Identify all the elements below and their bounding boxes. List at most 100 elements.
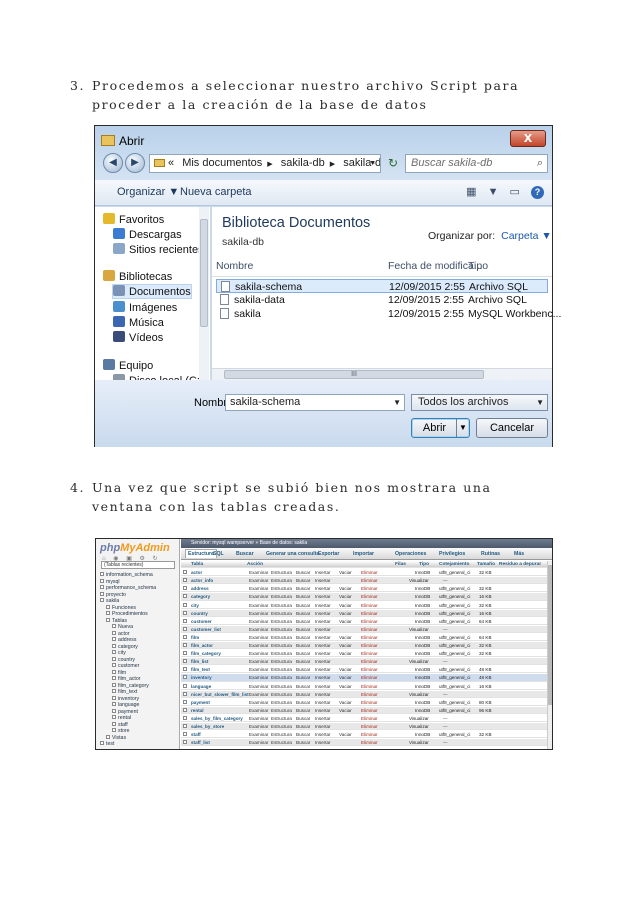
action-structure[interactable]: Estructura — [271, 634, 292, 641]
tree-item[interactable]: Vistas — [106, 734, 126, 741]
action-browse[interactable]: Examinar — [249, 658, 268, 665]
action-structure[interactable]: Estructura — [271, 658, 292, 665]
header-size[interactable]: Tamaño — [477, 561, 495, 568]
action-browse[interactable]: Examinar — [249, 642, 268, 649]
action-empty[interactable]: Vaciar — [339, 699, 352, 706]
scroll-thumb[interactable]: III — [224, 370, 484, 379]
filename-input[interactable]: sakila-schema ▼ — [225, 394, 405, 411]
action-empty[interactable]: Vaciar — [339, 674, 352, 681]
action-browse[interactable]: Examinar — [249, 666, 268, 673]
row-checkbox[interactable] — [183, 594, 187, 599]
address-bar[interactable]: « Mis documentos▶ sakila-db▶ sakila-db▼ — [149, 154, 381, 173]
action-search[interactable]: Buscar — [296, 650, 310, 657]
action-drop[interactable]: Eliminar — [361, 593, 378, 600]
horizontal-scrollbar[interactable]: III — [212, 368, 552, 380]
action-insert[interactable]: Insertar — [315, 691, 331, 698]
tree-item[interactable]: film — [112, 669, 126, 676]
pma-breadcrumb[interactable]: Servidor: mysql wampserver » Base de dat… — [181, 539, 552, 548]
action-insert[interactable]: Insertar — [315, 618, 331, 625]
action-insert[interactable]: Insertar — [315, 642, 331, 649]
scroll-thumb[interactable] — [200, 219, 208, 327]
tree-item[interactable]: information_schema — [100, 572, 153, 578]
tree-item[interactable]: inventory — [112, 695, 139, 702]
action-browse[interactable]: Examinar — [249, 626, 268, 633]
table-name-link[interactable]: category — [191, 593, 210, 600]
table-row[interactable]: film_category Examinar Estructura Buscar Ins… — [181, 650, 552, 658]
expand-icon[interactable] — [106, 611, 110, 615]
action-structure[interactable]: Estructura — [271, 618, 292, 625]
action-search[interactable]: Buscar — [296, 658, 310, 665]
action-search[interactable]: Buscar — [296, 707, 310, 714]
organize-menu[interactable]: Organizar ▼ — [117, 186, 179, 198]
action-drop[interactable]: Eliminar — [361, 658, 378, 665]
nav-item-6[interactable]: Música — [113, 316, 164, 329]
pma-tab-2[interactable]: Buscar — [236, 550, 254, 558]
action-structure[interactable]: Estructura — [271, 626, 292, 633]
expand-icon[interactable] — [112, 669, 116, 674]
forward-button[interactable]: ▶ — [125, 153, 145, 173]
table-name-link[interactable]: sales_by_store — [191, 723, 224, 730]
table-row[interactable]: staff Examinar Estructura Buscar Insertar Vac… — [181, 731, 552, 739]
action-empty[interactable]: Vaciar — [339, 602, 352, 609]
nav-item-4[interactable]: Documentos — [112, 284, 192, 299]
pma-tab-3[interactable]: Generar una consulta — [266, 550, 319, 558]
action-insert[interactable]: Insertar — [315, 626, 331, 633]
tree-item[interactable]: country — [112, 656, 135, 663]
chevron-down-icon[interactable]: ▼ — [536, 395, 544, 410]
action-insert[interactable]: Insertar — [315, 569, 331, 576]
pma-tab-9[interactable]: Más — [514, 550, 524, 558]
table-name-link[interactable]: film_category — [191, 650, 221, 657]
action-drop[interactable]: Eliminar — [361, 699, 378, 706]
table-row[interactable]: rental Examinar Estructura Buscar Insertar Va… — [181, 706, 552, 714]
pma-tab-4[interactable]: Exportar — [318, 550, 339, 558]
action-drop[interactable]: Eliminar — [361, 739, 378, 746]
chevron-down-icon[interactable]: ▼ — [393, 395, 401, 410]
table-row[interactable]: film Examinar Estructura Buscar Insertar Vaci… — [181, 633, 552, 642]
action-empty[interactable]: Vaciar — [339, 585, 352, 592]
table-row[interactable]: inventory Examinar Estructura Buscar Inserta… — [181, 674, 552, 682]
tree-item[interactable]: Nueva — [112, 624, 133, 630]
action-insert[interactable]: Insertar — [315, 593, 331, 600]
tree-item[interactable]: city — [112, 650, 126, 656]
expand-icon[interactable] — [100, 741, 104, 745]
action-insert[interactable]: Insertar — [315, 723, 331, 730]
action-drop[interactable]: Eliminar — [361, 715, 378, 722]
table-row[interactable]: payment Examinar Estructura Buscar Insertar V… — [181, 698, 552, 706]
expand-icon[interactable] — [112, 689, 116, 693]
action-insert[interactable]: Insertar — [315, 610, 331, 617]
action-drop[interactable]: Eliminar — [361, 585, 378, 592]
expand-icon[interactable] — [112, 682, 116, 687]
action-empty[interactable]: Vaciar — [339, 593, 352, 600]
row-checkbox[interactable] — [183, 651, 187, 656]
expand-icon[interactable] — [112, 630, 116, 635]
table-row[interactable]: address Examinar Estructura Buscar Insertar V… — [181, 585, 552, 593]
tree-item[interactable]: payment — [112, 708, 138, 715]
action-insert[interactable]: Insertar — [315, 650, 331, 657]
table-row[interactable]: actor_info Examinar Estructura Buscar Insert… — [181, 577, 552, 585]
table-row[interactable]: city Examinar Estructura Buscar Insertar Vaci… — [181, 601, 552, 609]
pma-tab-1[interactable]: SQL — [213, 550, 224, 558]
tree-item[interactable]: store — [112, 728, 130, 734]
action-search[interactable]: Buscar — [296, 610, 310, 617]
row-checkbox[interactable] — [183, 691, 187, 696]
action-search[interactable]: Buscar — [296, 642, 310, 649]
expand-icon[interactable] — [100, 578, 104, 583]
action-structure[interactable]: Estructura — [271, 569, 292, 576]
table-name-link[interactable]: film_actor — [191, 642, 213, 649]
tree-item[interactable]: rental — [112, 715, 131, 721]
row-checkbox[interactable] — [183, 740, 187, 745]
file-row[interactable]: sakila 12/09/2015 2:55 MySQL Workbenc... — [216, 307, 561, 321]
action-browse[interactable]: Examinar — [249, 674, 268, 681]
action-browse[interactable]: Examinar — [249, 683, 268, 690]
action-structure[interactable]: Estructura — [271, 577, 292, 584]
table-name-link[interactable]: language — [191, 683, 211, 690]
row-checkbox[interactable] — [183, 610, 187, 615]
action-browse[interactable]: Examinar — [249, 739, 268, 746]
action-drop[interactable]: Eliminar — [361, 683, 378, 690]
table-name-link[interactable]: inventory — [191, 674, 212, 681]
row-checkbox[interactable] — [183, 675, 187, 680]
nav-item-0[interactable]: Favoritos — [103, 213, 164, 226]
expand-icon[interactable] — [112, 708, 116, 713]
action-search[interactable]: Buscar — [296, 731, 310, 738]
action-structure[interactable]: Estructura — [271, 715, 292, 722]
